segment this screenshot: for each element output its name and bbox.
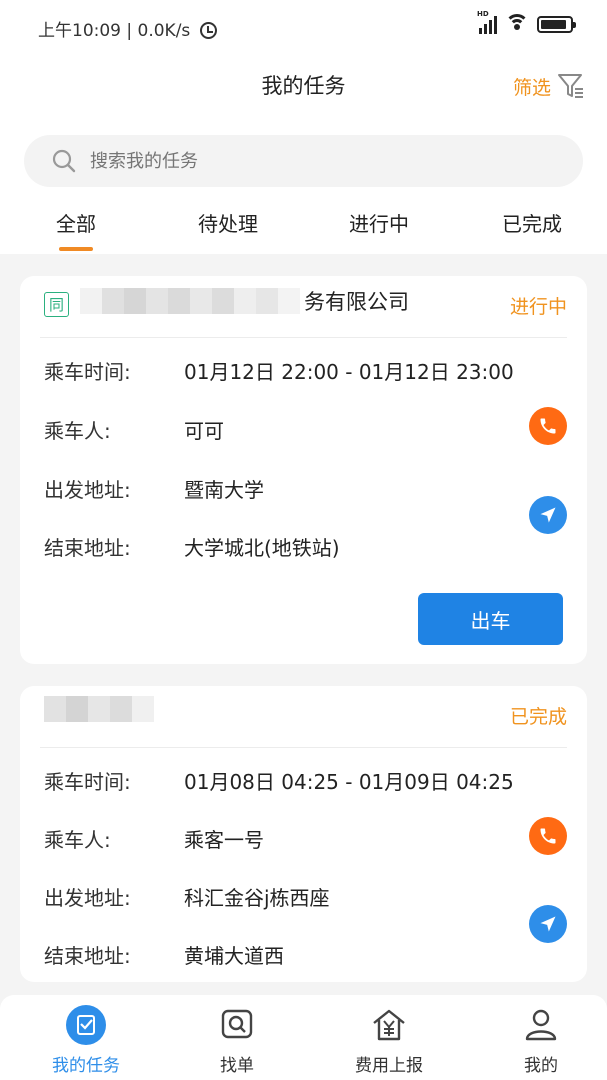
ride-time-row: 乘车时间: 01月08日 04:25 - 01月09日 04:25 — [44, 766, 514, 795]
filter-label: 筛选 — [512, 76, 551, 99]
end-address-row: 结束地址: 黄埔大道西 — [44, 940, 284, 969]
depart-button[interactable]: 出车 — [418, 593, 563, 645]
start-address-value: 科汇金谷j栋西座 — [184, 886, 330, 910]
company-tag: 同 — [44, 292, 70, 317]
task-card-header: 已完成 — [40, 686, 567, 748]
filter-button[interactable]: 筛选 — [513, 72, 585, 100]
navigate-button[interactable] — [529, 905, 567, 943]
field-label: 乘车人: — [44, 419, 111, 443]
task-check-icon — [66, 1005, 106, 1045]
alarm-icon — [199, 22, 217, 39]
phone-icon — [540, 828, 556, 844]
start-address-value: 暨南大学 — [184, 478, 264, 502]
tab-label: 全部 — [56, 212, 96, 236]
profile-icon — [525, 1009, 557, 1041]
search-bar[interactable] — [24, 135, 583, 187]
tab-bar: 全部 待处理 进行中 已完成 — [0, 202, 607, 254]
start-address-row: 出发地址: 科汇金谷j栋西座 — [44, 882, 330, 911]
tab-in-progress[interactable]: 进行中 — [319, 208, 439, 237]
active-tab-indicator — [59, 247, 93, 251]
nav-my-tasks[interactable]: 我的任务 — [26, 1005, 146, 1076]
search-order-icon — [221, 1009, 253, 1039]
status-time: 上午10:09 | 0.0K/s — [38, 21, 191, 41]
nav-label: 我的 — [524, 1056, 558, 1076]
field-label: 结束地址: — [44, 536, 131, 560]
navigate-button[interactable] — [529, 496, 567, 534]
tab-completed[interactable]: 已完成 — [472, 208, 592, 237]
battery-icon — [537, 15, 576, 33]
field-label: 出发地址: — [44, 478, 131, 502]
top-section: 上午10:09 | 0.0K/s HD 我的任务 筛选 搜索我的任务 全部 待处… — [0, 0, 607, 254]
tab-label: 待处理 — [198, 212, 258, 236]
bottom-navigation: 我的任务 找单 费用上报 我的 — [0, 995, 607, 1080]
tab-all[interactable]: 全部 — [16, 208, 136, 251]
wifi-icon — [505, 14, 529, 34]
status-badge: 已完成 — [509, 706, 567, 728]
nav-profile[interactable]: 我的 — [481, 1005, 601, 1076]
navigation-arrow-icon — [540, 507, 556, 523]
phone-icon — [540, 418, 556, 434]
passenger-row: 乘车人: 乘客一号 — [44, 824, 264, 853]
search-icon — [52, 149, 76, 173]
hd-badge: HD — [477, 10, 489, 18]
navigation-arrow-icon — [540, 916, 556, 932]
signal-icon: HD — [477, 10, 497, 34]
field-label: 乘车时间: — [44, 770, 131, 794]
passenger-value: 乘客一号 — [184, 828, 264, 852]
task-card-header: 同 务有限公司 进行中 — [40, 276, 567, 338]
expense-house-icon — [373, 1009, 405, 1041]
nav-label: 费用上报 — [355, 1056, 423, 1076]
tab-pending[interactable]: 待处理 — [168, 208, 288, 237]
passenger-row: 乘车人: 可可 — [44, 415, 224, 444]
end-address-value: 大学城北(地铁站) — [184, 536, 340, 560]
filter-icon — [558, 74, 583, 98]
status-bar: 上午10:09 | 0.0K/s HD — [0, 0, 607, 56]
tab-label: 已完成 — [502, 212, 562, 236]
field-label: 乘车时间: — [44, 360, 131, 384]
field-label: 出发地址: — [44, 886, 131, 910]
ride-time-value: 01月12日 22:00 - 01月12日 23:00 — [184, 360, 514, 384]
nav-find-orders[interactable]: 找单 — [177, 1005, 297, 1076]
nav-label: 找单 — [220, 1056, 254, 1076]
start-address-row: 出发地址: 暨南大学 — [44, 474, 264, 503]
ride-time-value: 01月08日 04:25 - 01月09日 04:25 — [184, 770, 514, 794]
tab-label: 进行中 — [349, 212, 409, 236]
ride-time-row: 乘车时间: 01月12日 22:00 - 01月12日 23:00 — [44, 356, 514, 385]
redacted-mosaic — [80, 288, 300, 314]
nav-expense-report[interactable]: 费用上报 — [329, 1005, 449, 1076]
search-input[interactable] — [90, 150, 510, 172]
redacted-mosaic — [44, 696, 154, 722]
task-card[interactable]: 已完成 乘车时间: 01月08日 04:25 - 01月09日 04:25 乘车人… — [20, 686, 587, 982]
end-address-value: 黄埔大道西 — [184, 944, 284, 968]
nav-label: 我的任务 — [52, 1056, 120, 1076]
end-address-row: 结束地址: 大学城北(地铁站) — [44, 532, 340, 561]
status-badge: 进行中 — [509, 296, 567, 318]
call-button[interactable] — [529, 407, 567, 445]
field-label: 结束地址: — [44, 944, 131, 968]
call-button[interactable] — [529, 817, 567, 855]
field-label: 乘车人: — [44, 828, 111, 852]
company-name: 务有限公司 — [304, 290, 409, 314]
task-card[interactable]: 同 务有限公司 进行中 乘车时间: 01月12日 22:00 - 01月12日 2… — [20, 276, 587, 664]
passenger-value: 可可 — [184, 419, 224, 443]
